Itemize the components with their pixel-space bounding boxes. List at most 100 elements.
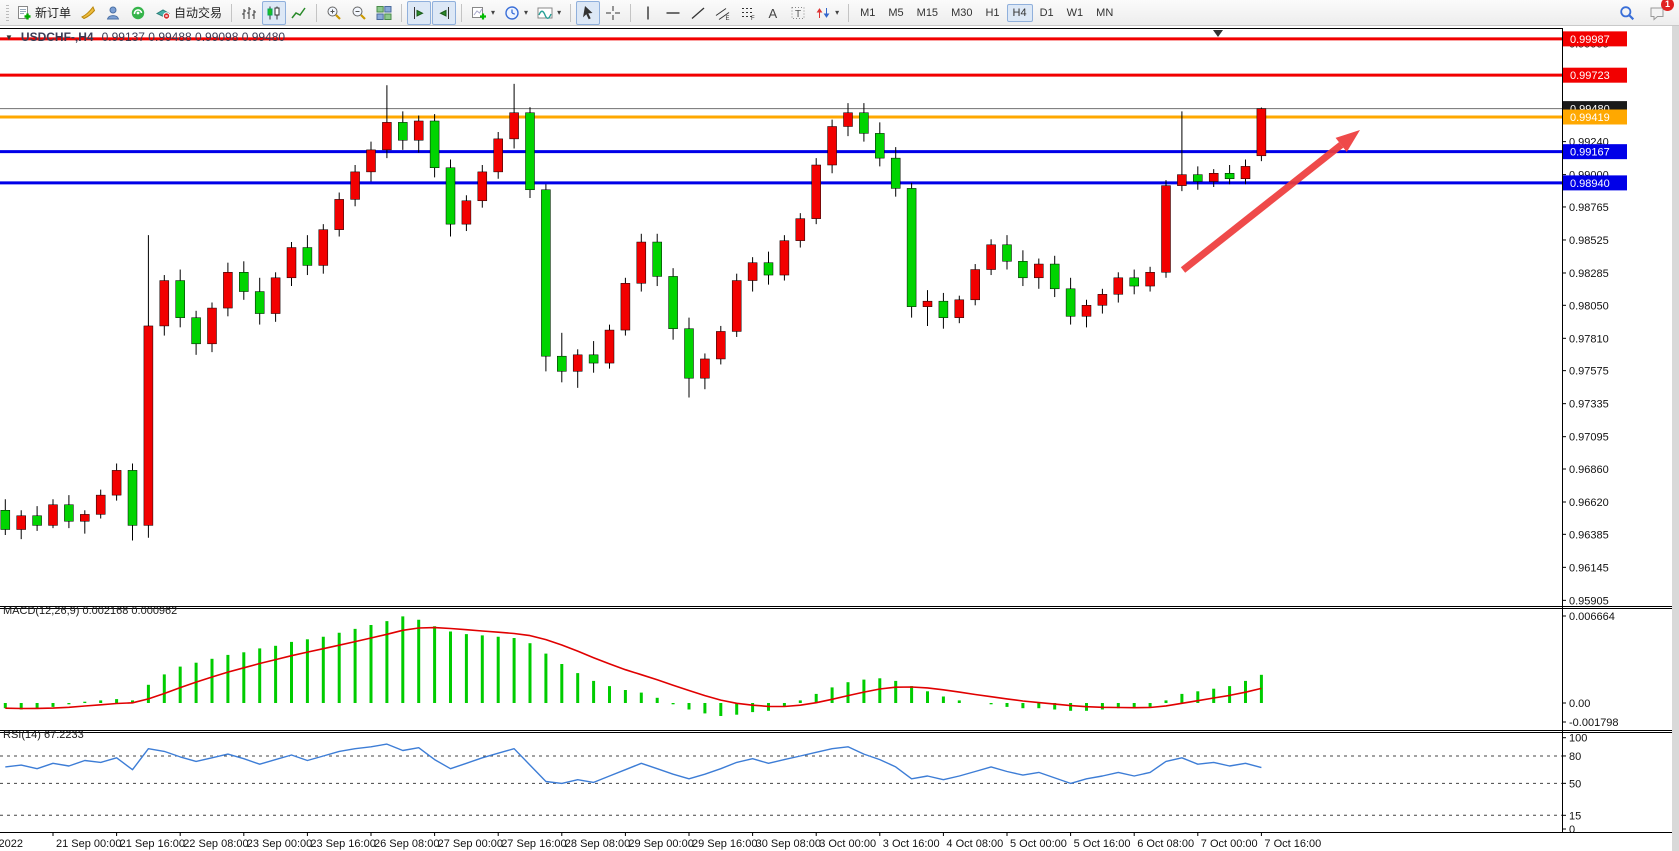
chart-shift-icon — [436, 5, 452, 21]
letter-a-icon: A — [765, 5, 781, 21]
community-button[interactable] — [126, 1, 150, 25]
zoom-out-icon — [351, 5, 367, 21]
svg-text:0.96385: 0.96385 — [1569, 529, 1609, 541]
gold-book-icon — [80, 5, 96, 21]
timeframe-w1-button[interactable]: W1 — [1061, 4, 1090, 22]
symbol-dropdown-icon[interactable]: ▼ — [5, 33, 13, 42]
timeframe-m30-button[interactable]: M30 — [945, 4, 978, 22]
line-chart-button[interactable] — [287, 1, 311, 25]
timeframe-d1-button-label: D1 — [1040, 7, 1054, 19]
svg-text:5 Oct 00:00: 5 Oct 00:00 — [1010, 838, 1067, 850]
vps-button[interactable] — [101, 1, 125, 25]
timeframe-mn-button[interactable]: MN — [1090, 4, 1119, 22]
indicators-button[interactable]: ▾ — [467, 1, 499, 25]
channel-button[interactable]: E — [711, 1, 735, 25]
timeframe-m15-button-label: M15 — [917, 7, 938, 19]
auto-scroll-icon — [411, 5, 427, 21]
svg-text:0.99419: 0.99419 — [1570, 112, 1610, 124]
svg-text:-0.001798: -0.001798 — [1569, 717, 1619, 729]
fibo-button[interactable]: F — [736, 1, 760, 25]
chart-shift-button[interactable] — [432, 1, 456, 25]
svg-text:0.006664: 0.006664 — [1569, 611, 1615, 623]
dropdown-caret-icon[interactable]: ▾ — [835, 8, 839, 17]
vline-button[interactable] — [636, 1, 660, 25]
person-icon — [105, 5, 121, 21]
svg-text:0.99987: 0.99987 — [1570, 34, 1610, 46]
svg-text:0.98285: 0.98285 — [1569, 268, 1609, 280]
toolbar-right-group: 1 — [1615, 1, 1675, 25]
cursor-button[interactable] — [576, 1, 600, 25]
autotrade-icon — [155, 5, 171, 21]
svg-text:20 Sep 2022: 20 Sep 2022 — [0, 838, 23, 850]
bar-chart-button[interactable] — [237, 1, 261, 25]
zoom-out-button[interactable] — [347, 1, 371, 25]
toolbar-separator — [401, 4, 402, 22]
svg-text:7 Oct 00:00: 7 Oct 00:00 — [1201, 838, 1258, 850]
autotrading-button[interactable]: 自动交易 — [151, 1, 226, 25]
autotrading-button-label: 自动交易 — [174, 4, 222, 21]
tiles-icon — [376, 5, 392, 21]
tile-windows-button[interactable] — [372, 1, 396, 25]
svg-text:0.95905: 0.95905 — [1569, 595, 1609, 607]
notification-count-badge: 1 — [1661, 0, 1674, 11]
templates-button[interactable]: ▾ — [533, 1, 565, 25]
chart-window: 0.999550.997150.994800.992400.990000.987… — [0, 26, 1679, 851]
svg-text:30 Sep 08:00: 30 Sep 08:00 — [756, 838, 821, 850]
timeframe-m1-button[interactable]: M1 — [854, 4, 881, 22]
crosshair-button[interactable] — [601, 1, 625, 25]
svg-text:T: T — [795, 9, 801, 20]
ohlc-values: 0.99137 0.99488 0.99098 0.99480 — [102, 30, 286, 44]
svg-text:3 Oct 00:00: 3 Oct 00:00 — [819, 838, 876, 850]
svg-text:A: A — [769, 6, 778, 21]
svg-text:0: 0 — [1569, 824, 1575, 836]
timeframe-h1-button[interactable]: H1 — [979, 4, 1005, 22]
svg-text:50: 50 — [1569, 778, 1581, 790]
auto-scroll-button[interactable] — [407, 1, 431, 25]
notifications-button[interactable]: 1 — [1645, 1, 1669, 25]
symbol-period-label: USDCHF-,H4 — [21, 30, 94, 44]
svg-text:21 Sep 16:00: 21 Sep 16:00 — [120, 838, 185, 850]
cursor-icon — [580, 5, 596, 21]
toolbar-drag-handle[interactable] — [6, 5, 9, 21]
timeframe-m1-button-label: M1 — [860, 7, 875, 19]
channel-icon: E — [715, 5, 731, 21]
svg-text:E: E — [726, 16, 730, 21]
search-button[interactable] — [1615, 1, 1639, 25]
fibo-icon: F — [740, 5, 756, 21]
hline-icon — [665, 5, 681, 21]
timeframe-m30-button-label: M30 — [951, 7, 972, 19]
label-button[interactable]: T — [786, 1, 810, 25]
svg-text:0.99723: 0.99723 — [1570, 70, 1610, 82]
chart-canvas: 0.999550.997150.994800.992400.990000.987… — [0, 26, 1679, 851]
new-order-button[interactable]: 新订单 — [12, 1, 75, 25]
trendline-button[interactable] — [686, 1, 710, 25]
dropdown-caret-icon[interactable]: ▾ — [557, 8, 561, 17]
timeframe-m5-button[interactable]: M5 — [882, 4, 909, 22]
text-button[interactable]: A — [761, 1, 785, 25]
hline-button[interactable] — [661, 1, 685, 25]
candle-chart-button[interactable] — [262, 1, 286, 25]
svg-text:F: F — [751, 16, 755, 21]
svg-text:3 Oct 16:00: 3 Oct 16:00 — [883, 838, 940, 850]
search-icon — [1619, 5, 1635, 21]
toolbar-separator — [316, 4, 317, 22]
trendline-icon — [690, 5, 706, 21]
svg-text:26 Sep 08:00: 26 Sep 08:00 — [374, 838, 439, 850]
dropdown-caret-icon[interactable]: ▾ — [524, 8, 528, 17]
chart-history-button[interactable] — [76, 1, 100, 25]
timeframe-m15-button[interactable]: M15 — [911, 4, 944, 22]
timeframe-d1-button[interactable]: D1 — [1034, 4, 1060, 22]
shapes-button[interactable]: ▾ — [811, 1, 843, 25]
crosshair-icon — [605, 5, 621, 21]
dropdown-caret-icon[interactable]: ▾ — [491, 8, 495, 17]
zoom-in-button[interactable] — [322, 1, 346, 25]
candles-chart-icon — [266, 5, 282, 21]
svg-text:0.96620: 0.96620 — [1569, 497, 1609, 509]
shapes-icon — [815, 5, 831, 21]
chart-title: ▼ USDCHF-,H4 0.99137 0.99488 0.99098 0.9… — [5, 30, 285, 44]
timeframe-w1-button-label: W1 — [1067, 7, 1084, 19]
macd-indicator-label: MACD(12,26,9) 0.002168 0.000962 — [3, 605, 177, 617]
timeframe-h4-button[interactable]: H4 — [1007, 4, 1033, 22]
periods-button[interactable]: ▾ — [500, 1, 532, 25]
svg-text:0.98765: 0.98765 — [1569, 202, 1609, 214]
